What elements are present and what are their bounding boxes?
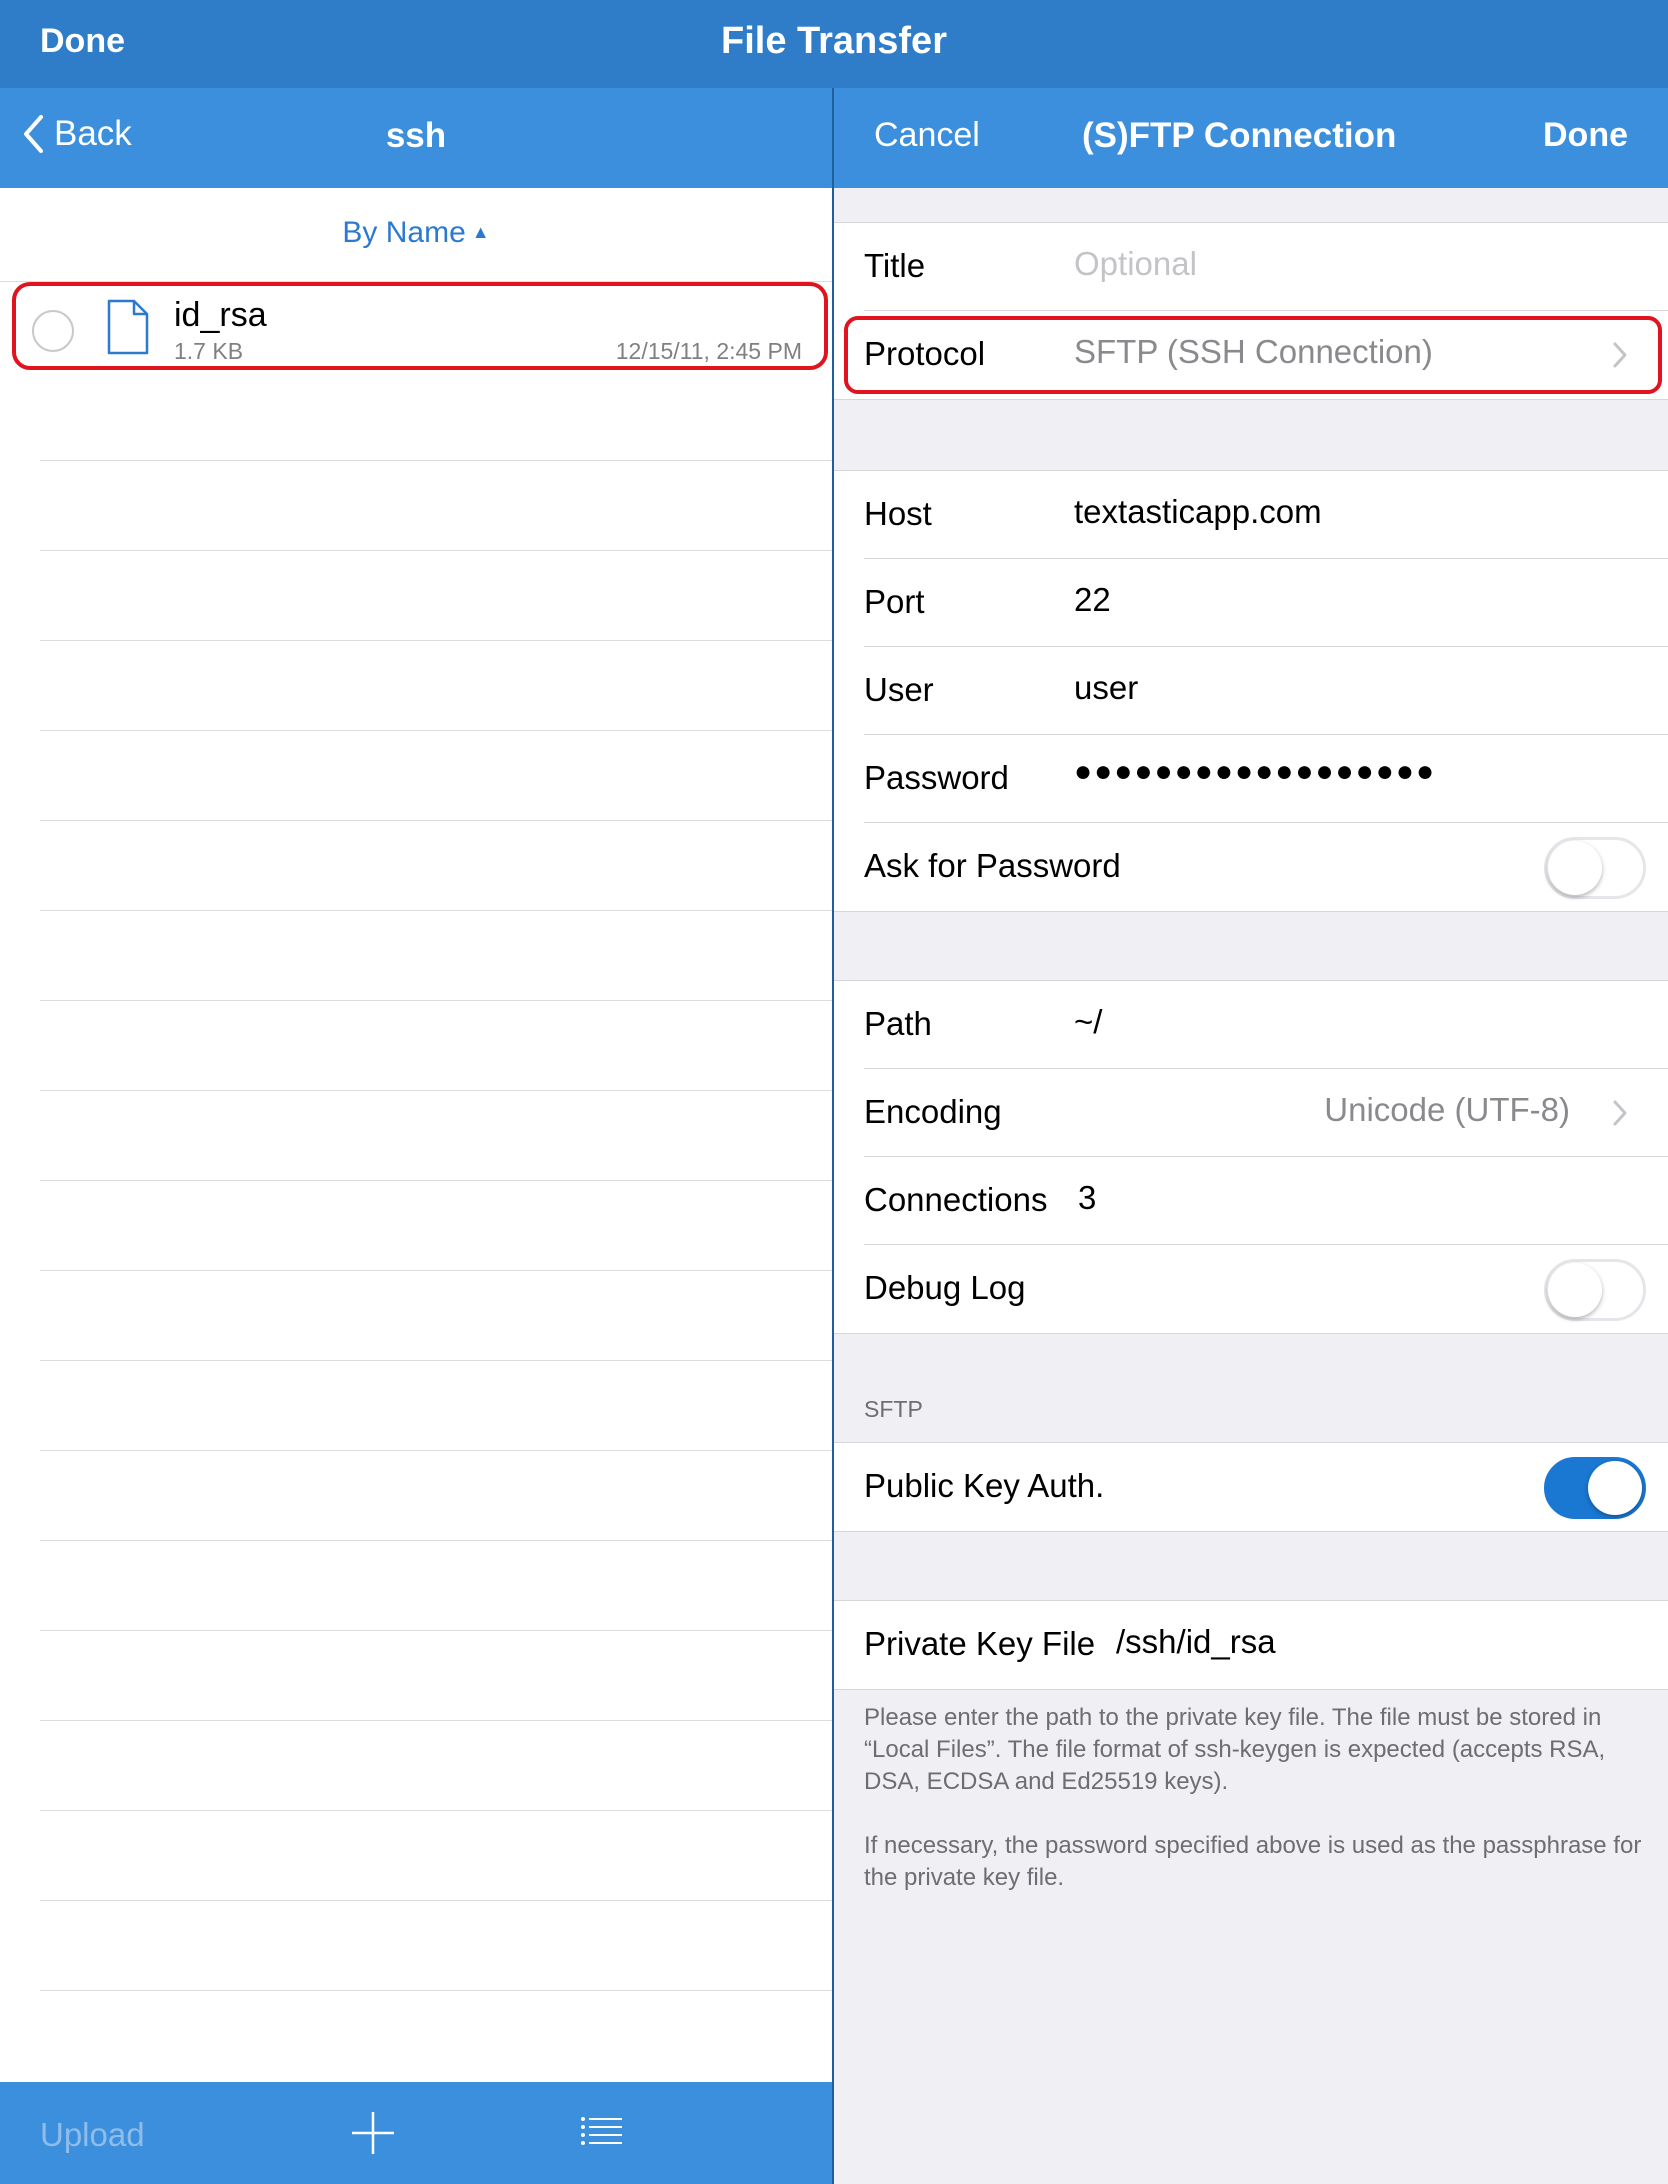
port-input[interactable]: 22: [1074, 581, 1111, 619]
path-label: Path: [864, 1005, 932, 1042]
file-date: 12/15/11, 2:45 PM: [615, 338, 802, 364]
private-key-group: Private Key File /ssh/id_rsa: [834, 1600, 1668, 1690]
sort-ascending-icon: ▲: [471, 222, 490, 242]
toggle-knob: [1548, 841, 1602, 895]
toggle-knob: [1548, 1263, 1602, 1317]
app-title: File Transfer: [721, 20, 947, 62]
empty-list-area: [40, 370, 832, 2170]
upload-button[interactable]: Upload: [40, 2116, 145, 2154]
connection-pane: Cancel (S)FTP Connection Done Title Opti…: [834, 88, 1668, 2184]
sort-bar: By Name ▲: [0, 188, 832, 282]
connection-done-button[interactable]: Done: [1543, 116, 1628, 155]
sort-label: By Name: [342, 216, 466, 249]
public-key-label: Public Key Auth.: [864, 1467, 1105, 1504]
port-row[interactable]: Port 22: [834, 559, 1668, 647]
sort-button[interactable]: By Name ▲: [0, 216, 832, 250]
password-input[interactable]: ●●●●●●●●●●●●●●●●●●: [1074, 755, 1436, 789]
list-icon[interactable]: [580, 2116, 624, 2146]
protocol-row[interactable]: Protocol SFTP (SSH Connection): [834, 311, 1668, 399]
server-group: Host textasticapp.com Port 22 User user …: [834, 470, 1668, 912]
row-separator: [40, 1990, 832, 1991]
chevron-right-icon: [1613, 342, 1627, 368]
host-row[interactable]: Host textasticapp.com: [834, 471, 1668, 559]
row-separator: [40, 820, 832, 821]
public-key-toggle[interactable]: [1544, 1457, 1646, 1519]
private-key-input[interactable]: /ssh/id_rsa: [1116, 1623, 1276, 1661]
row-separator: [40, 460, 832, 461]
row-separator: [40, 1360, 832, 1361]
file-row-id-rsa[interactable]: id_rsa 1.7 KB 12/15/11, 2:45 PM: [12, 282, 828, 370]
row-separator: [40, 1450, 832, 1451]
host-input[interactable]: textasticapp.com: [1074, 493, 1322, 531]
user-label: User: [864, 671, 934, 708]
file-size: 1.7 KB: [174, 338, 244, 364]
ask-password-label: Ask for Password: [864, 847, 1121, 884]
debug-log-toggle[interactable]: [1544, 1259, 1646, 1321]
row-separator: [40, 1270, 832, 1271]
cancel-button[interactable]: Cancel: [874, 116, 980, 155]
row-separator: [40, 1090, 832, 1091]
row-separator: [40, 550, 832, 551]
private-key-row[interactable]: Private Key File /ssh/id_rsa: [834, 1601, 1668, 1689]
encoding-row[interactable]: Encoding Unicode (UTF-8): [834, 1069, 1668, 1157]
title-input[interactable]: Optional: [1074, 245, 1197, 283]
row-separator: [40, 1810, 832, 1811]
encoding-value: Unicode (UTF-8): [1324, 1091, 1570, 1128]
row-separator: [40, 910, 832, 911]
browser-nav-bar: Back ssh: [0, 88, 832, 188]
toggle-knob: [1588, 1461, 1642, 1515]
general-group: Title Optional Protocol SFTP (SSH Connec…: [834, 222, 1668, 400]
select-radio[interactable]: [32, 310, 74, 352]
top-bar: Done File Transfer: [0, 0, 1668, 88]
ask-password-row: Ask for Password: [834, 823, 1668, 911]
title-label: Title: [864, 247, 926, 284]
protocol-label: Protocol: [864, 335, 986, 372]
row-separator: [40, 1540, 832, 1541]
connections-input[interactable]: 3: [1078, 1179, 1096, 1217]
plus-icon[interactable]: [350, 2110, 396, 2156]
user-input[interactable]: user: [1074, 669, 1138, 707]
row-separator: [40, 1180, 832, 1181]
passphrase-help-text: If necessary, the password specified abo…: [864, 1832, 1642, 1891]
folder-title: ssh: [385, 116, 447, 155]
browser-toolbar: Upload: [0, 2082, 832, 2184]
row-separator: [40, 640, 832, 641]
connections-label: Connections: [864, 1181, 1048, 1218]
private-key-label: Private Key File: [864, 1625, 1096, 1662]
debug-log-label: Debug Log: [864, 1269, 1026, 1306]
row-separator: [40, 1630, 832, 1631]
row-separator: [40, 1000, 832, 1001]
protocol-value: SFTP (SSH Connection): [1074, 333, 1433, 370]
port-label: Port: [864, 583, 925, 620]
options-group: Path ~/ Encoding Unicode (UTF-8) Connect…: [834, 980, 1668, 1334]
path-row[interactable]: Path ~/: [834, 981, 1668, 1069]
sftp-group: Public Key Auth.: [834, 1442, 1668, 1532]
done-button[interactable]: Done: [40, 22, 125, 61]
password-row[interactable]: Password ●●●●●●●●●●●●●●●●●●: [834, 735, 1668, 823]
ask-password-toggle[interactable]: [1544, 837, 1646, 899]
password-label: Password: [864, 759, 1009, 796]
row-separator: [40, 1900, 832, 1901]
host-label: Host: [864, 495, 932, 532]
connection-title: (S)FTP Connection: [1082, 116, 1397, 155]
file-name: id_rsa: [174, 296, 267, 334]
file-browser-pane: Back ssh By Name ▲ id_rsa 1.7 KB 12/15/11…: [0, 88, 832, 2184]
row-separator: [40, 1720, 832, 1721]
user-row[interactable]: User user: [834, 647, 1668, 735]
connection-nav-bar: Cancel (S)FTP Connection Done: [834, 88, 1668, 188]
sftp-section-header: SFTP: [864, 1396, 923, 1422]
document-icon: [107, 299, 149, 355]
chevron-right-icon: [1613, 1100, 1627, 1126]
row-separator: [40, 730, 832, 731]
path-input[interactable]: ~/: [1074, 1003, 1102, 1041]
encoding-label: Encoding: [864, 1093, 1002, 1130]
private-key-help-text: Please enter the path to the private key…: [864, 1704, 1606, 1795]
title-row[interactable]: Title Optional: [834, 223, 1668, 311]
connections-row[interactable]: Connections 3: [834, 1157, 1668, 1245]
debug-log-row: Debug Log: [834, 1245, 1668, 1333]
public-key-row: Public Key Auth.: [834, 1443, 1668, 1531]
